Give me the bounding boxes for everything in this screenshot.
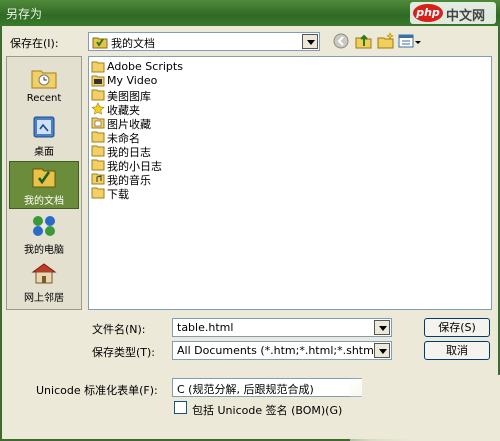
new-folder-button[interactable]	[376, 32, 396, 50]
folder-icon	[91, 89, 105, 101]
back-button[interactable]	[332, 32, 352, 50]
file-name: Adobe Scripts	[107, 60, 183, 73]
unicode-value: C (规范分解, 后跟规范合成)	[177, 383, 314, 396]
file-name: My Video	[107, 74, 158, 87]
unicode-select[interactable]: C (规范分解, 后跟规范合成)	[172, 378, 362, 397]
back-icon	[333, 33, 349, 49]
place-network[interactable]: 网上邻居	[9, 259, 79, 307]
save-in-label: 保存在(I):	[10, 37, 59, 50]
unicode-label: Unicode 标准化表单(F):	[36, 384, 158, 397]
folder-icon	[91, 145, 105, 157]
place-label: 桌面	[34, 147, 54, 158]
new-folder-icon	[377, 32, 394, 49]
bom-checkbox[interactable]	[174, 401, 187, 414]
view-menu-button[interactable]	[398, 32, 422, 50]
my-computer-icon	[33, 216, 55, 236]
save-button[interactable]: 保存(S)	[424, 318, 490, 337]
place-recent[interactable]: Recent	[9, 63, 79, 111]
place-label: 我的文档	[24, 196, 64, 207]
view-menu-icon	[398, 34, 421, 48]
favorites-folder-icon	[91, 102, 105, 115]
desktop-icon	[33, 116, 55, 138]
up-folder-icon	[355, 34, 372, 49]
folder-icon	[91, 159, 105, 171]
places-bar: Recent 桌面 我的文档 我的电脑 网上邻居	[6, 56, 82, 310]
chevron-down-icon[interactable]	[374, 343, 390, 358]
chevron-down-icon[interactable]	[374, 320, 390, 335]
filetype-label: 保存类型(T):	[92, 346, 156, 359]
blurred-corner	[350, 375, 500, 441]
video-folder-icon	[91, 75, 105, 87]
filename-input[interactable]: table.html	[172, 318, 392, 337]
my-documents-icon	[32, 168, 56, 188]
my-documents-icon	[92, 37, 108, 49]
save-in-value: 我的文档	[111, 37, 155, 50]
watermark-text: 中文网	[446, 9, 486, 24]
file-list[interactable]: Adobe Scripts My Video 美图图库 收藏夹 图片收藏 未命名…	[88, 56, 492, 310]
folder-icon	[91, 131, 105, 143]
recent-folder-icon	[31, 70, 57, 89]
folder-icon	[91, 187, 105, 199]
place-label: Recent	[26, 93, 62, 104]
cancel-button[interactable]: 取消	[424, 341, 490, 360]
place-label: 网上邻居	[24, 293, 64, 304]
watermark: php 中文网	[410, 2, 496, 24]
file-name: 下载	[107, 188, 129, 201]
filename-value: table.html	[177, 321, 234, 334]
place-my-computer[interactable]: 我的电脑	[9, 211, 79, 259]
filetype-value: All Documents (*.htm;*.html;*.shtm;*.	[177, 344, 373, 357]
bom-label: 包括 Unicode 签名 (BOM)(G)	[192, 404, 343, 417]
place-my-documents[interactable]: 我的文档	[9, 161, 79, 209]
up-folder-button[interactable]	[354, 32, 374, 50]
save-in-select[interactable]: 我的文档	[88, 32, 320, 51]
watermark-logo: php	[413, 4, 443, 22]
chevron-down-icon[interactable]	[302, 34, 318, 49]
folder-icon	[91, 61, 105, 73]
title-bar[interactable]: 另存为 php 中文网	[0, 0, 500, 26]
network-icon	[31, 263, 57, 284]
window-title: 另存为	[6, 7, 43, 21]
filetype-select[interactable]: All Documents (*.htm;*.html;*.shtm;*.	[172, 341, 392, 360]
music-folder-icon	[91, 173, 105, 185]
filename-label: 文件名(N):	[92, 323, 146, 336]
place-desktop[interactable]: 桌面	[9, 113, 79, 161]
place-label: 我的电脑	[24, 245, 64, 256]
pictures-folder-icon	[91, 117, 105, 129]
